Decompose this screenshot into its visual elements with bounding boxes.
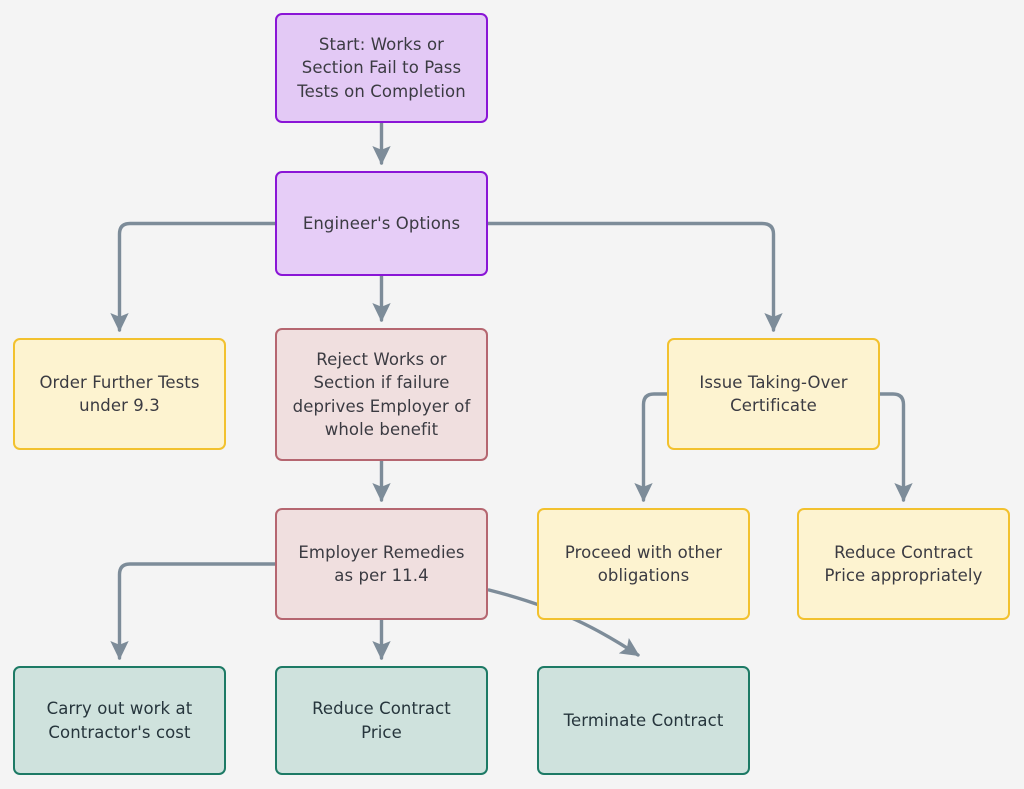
edge-options-to-taking_over: [486, 221, 783, 333]
node-options[interactable]: Engineer's Options: [275, 171, 488, 276]
node-terminate[interactable]: Terminate Contract: [537, 666, 750, 775]
node-reduce_price_appropriately[interactable]: Reduce Contract Price appropriately: [797, 508, 1010, 620]
flowchart-canvas: Start: Works or Section Fail to Pass Tes…: [0, 0, 1024, 789]
node-further_tests[interactable]: Order Further Tests under 9.3: [13, 338, 226, 450]
node-reject[interactable]: Reject Works or Section if failure depri…: [275, 328, 488, 461]
node-carry_out_work[interactable]: Carry out work at Contractor's cost: [13, 666, 226, 775]
node-start[interactable]: Start: Works or Section Fail to Pass Tes…: [275, 13, 488, 123]
edge-taking_over-to-reduce_price_appropriately: [878, 392, 913, 503]
node-reduce_price[interactable]: Reduce Contract Price: [275, 666, 488, 775]
node-taking_over[interactable]: Issue Taking-Over Certificate: [667, 338, 880, 450]
node-remedies[interactable]: Employer Remedies as per 11.4: [275, 508, 488, 620]
edge-options-to-further_tests: [110, 221, 277, 333]
edge-remedies-to-carry_out_work: [110, 562, 277, 661]
node-proceed[interactable]: Proceed with other obligations: [537, 508, 750, 620]
edge-taking_over-to-proceed: [634, 392, 669, 503]
